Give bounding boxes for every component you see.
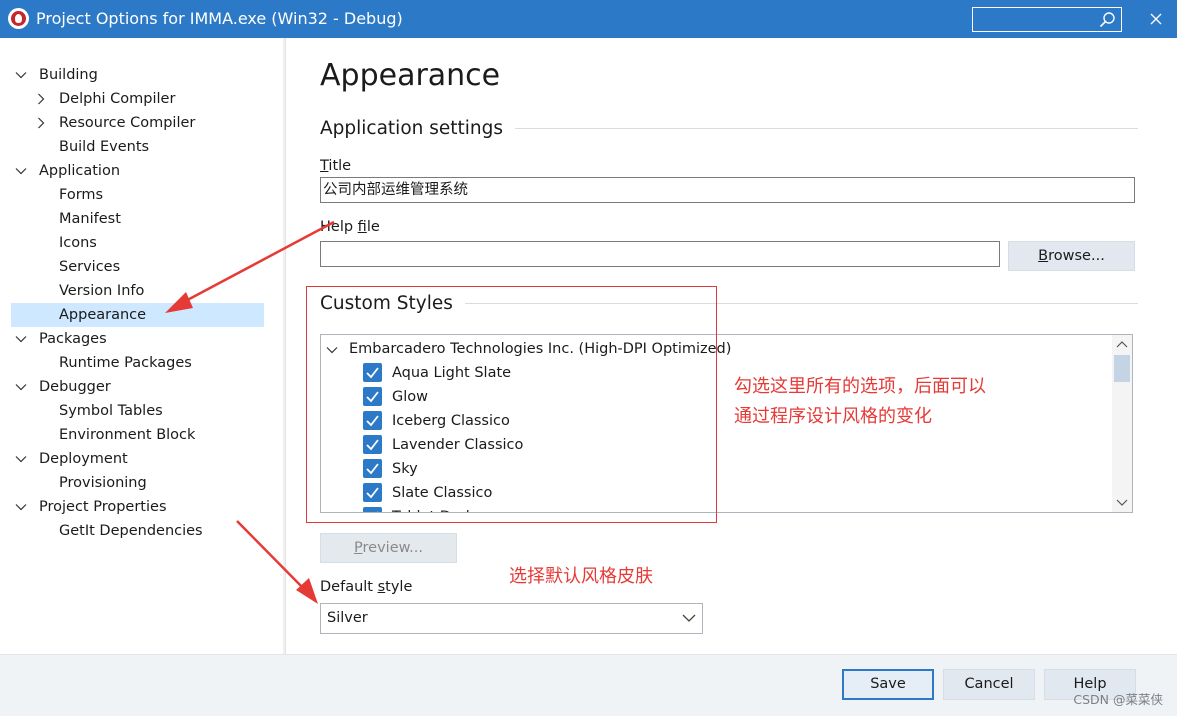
tree-item-debugger[interactable]: Debugger — [0, 375, 264, 399]
tree-item-label: Provisioning — [59, 475, 147, 491]
delphi-app-icon — [8, 8, 29, 29]
tree-item-label: Build Events — [59, 139, 150, 155]
tree-item-deployment[interactable]: Deployment — [0, 447, 264, 471]
annotation-default-note: 选择默认风格皮肤 — [509, 566, 653, 587]
default-style-select[interactable]: Silver — [320, 603, 703, 634]
chevron-right-icon[interactable] — [35, 93, 47, 105]
tree-item-build-events[interactable]: Build Events — [0, 135, 264, 159]
csdn-watermark: CSDN @菜菜侠 — [1073, 692, 1163, 707]
tree-item-label: Project Properties — [39, 499, 167, 515]
tree-item-label: Services — [59, 259, 121, 275]
annotation-highlight-box — [306, 286, 717, 523]
tree-item-forms[interactable]: Forms — [0, 183, 264, 207]
tree-item-resource-compiler[interactable]: Resource Compiler — [0, 111, 264, 135]
chevron-down-icon[interactable] — [15, 165, 27, 177]
tree-item-label: Appearance — [59, 307, 147, 323]
title-label: Title — [320, 158, 352, 174]
tree-item-label: Application — [39, 163, 121, 179]
chevron-down-icon[interactable] — [15, 501, 27, 513]
tree-item-services[interactable]: Services — [0, 255, 264, 279]
chevron-down-icon[interactable] — [15, 69, 27, 81]
chevron-down-icon[interactable] — [15, 381, 27, 393]
close-window-button[interactable] — [1140, 4, 1172, 34]
scroll-thumb[interactable] — [1114, 355, 1130, 382]
tree-item-label: Debugger — [39, 379, 111, 395]
tree-splitter-line — [285, 38, 286, 654]
default-style-value: Silver — [327, 610, 368, 626]
tree-item-icons[interactable]: Icons — [0, 231, 264, 255]
chevron-down-icon[interactable] — [682, 613, 696, 623]
tree-item-getit-dependencies[interactable]: GetIt Dependencies — [0, 519, 264, 543]
page-title: Appearance — [320, 58, 501, 93]
chevron-right-icon[interactable] — [35, 117, 47, 129]
tree-item-label: Forms — [59, 187, 104, 203]
tree-item-label: Version Info — [59, 283, 145, 299]
help-file-input[interactable] — [320, 241, 1000, 267]
title-bar: Project Options for IMMA.exe (Win32 - De… — [0, 0, 1177, 38]
tree-item-symbol-tables[interactable]: Symbol Tables — [0, 399, 264, 423]
styles-scrollbar[interactable] — [1112, 335, 1132, 512]
tree-item-manifest[interactable]: Manifest — [0, 207, 264, 231]
tree-item-version-info[interactable]: Version Info — [0, 279, 264, 303]
options-tree: Building Delphi Compiler Resource Compiler… — [0, 38, 283, 654]
window-title: Project Options for IMMA.exe (Win32 - De… — [36, 9, 403, 28]
tree-item-label: Manifest — [59, 211, 121, 227]
title-input[interactable]: 公司内部运维管理系统 — [320, 177, 1135, 203]
tree-item-environment-block[interactable]: Environment Block — [0, 423, 264, 447]
tree-item-application[interactable]: Application — [0, 159, 264, 183]
tree-item-delphi-compiler[interactable]: Delphi Compiler — [0, 87, 264, 111]
tree-item-label: Resource Compiler — [59, 115, 196, 131]
save-button[interactable]: Save — [842, 669, 934, 700]
help-file-label: Help file — [320, 219, 380, 235]
scroll-down-icon[interactable] — [1116, 498, 1128, 508]
browse-button[interactable]: Browse... — [1008, 241, 1135, 271]
tree-item-appearance[interactable]: Appearance — [0, 303, 264, 327]
tree-item-label: Deployment — [39, 451, 128, 467]
tree-item-packages[interactable]: Packages — [0, 327, 264, 351]
tree-item-runtime-packages[interactable]: Runtime Packages — [0, 351, 264, 375]
default-style-label: Default style — [320, 579, 413, 595]
tree-item-label: Delphi Compiler — [59, 91, 176, 107]
search-icon[interactable] — [1099, 11, 1116, 28]
tree-item-project-properties[interactable]: Project Properties — [0, 495, 264, 519]
tree-item-label: Building — [39, 67, 98, 83]
tree-item-label: Environment Block — [59, 427, 196, 443]
tree-item-label: Runtime Packages — [59, 355, 192, 371]
cancel-button[interactable]: Cancel — [943, 669, 1035, 700]
tree-item-building[interactable]: Building — [0, 63, 264, 87]
tree-item-label: Packages — [39, 331, 107, 347]
tree-item-label: Symbol Tables — [59, 403, 163, 419]
chevron-down-icon[interactable] — [15, 333, 27, 345]
tree-item-label: GetIt Dependencies — [59, 523, 203, 539]
chevron-down-icon[interactable] — [15, 453, 27, 465]
arrow-head-default-style — [296, 578, 318, 604]
tree-item-provisioning[interactable]: Provisioning — [0, 471, 264, 495]
preview-button[interactable]: Preview... — [320, 533, 457, 563]
options-search-input[interactable] — [972, 7, 1122, 32]
app-settings-group-title: Application settings — [320, 118, 516, 139]
tree-item-label: Icons — [59, 235, 97, 251]
annotation-note: 勾选这里所有的选项，后面可以 通过程序设计风格的变化 — [734, 376, 986, 427]
scroll-up-icon[interactable] — [1116, 339, 1128, 349]
